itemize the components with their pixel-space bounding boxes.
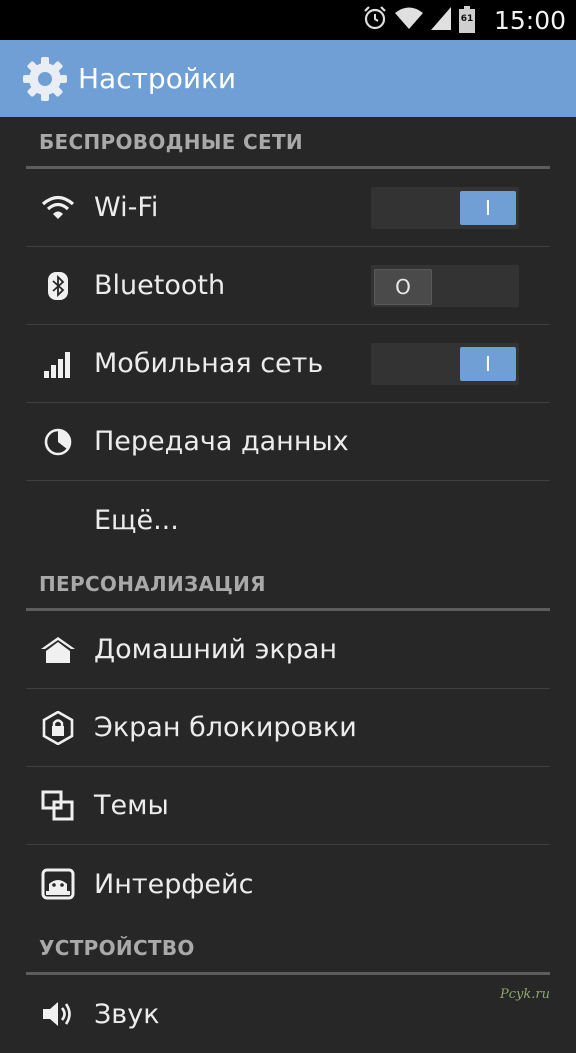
setting-label: Домашний экран: [94, 634, 338, 665]
cell-signal-icon: [430, 5, 452, 35]
alarm-icon: [362, 5, 388, 35]
section-header-wireless: БЕСПРОВОДНЫЕ СЕТИ: [26, 117, 550, 169]
toggle-thumb: I: [460, 191, 516, 225]
status-bar: 61 15:00: [0, 0, 576, 40]
settings-list: БЕСПРОВОДНЫЕ СЕТИ Wi-Fi I Bluetooth O Мо…: [0, 117, 576, 1053]
setting-bluetooth[interactable]: Bluetooth O: [26, 247, 550, 325]
data-usage-icon: [38, 427, 78, 457]
wifi-icon: [38, 195, 78, 221]
lock-icon: [38, 710, 78, 745]
setting-label: Экран блокировки: [94, 712, 357, 743]
setting-label: Темы: [94, 790, 169, 821]
setting-lock-screen[interactable]: Экран блокировки: [26, 689, 550, 767]
setting-sound[interactable]: Звук: [26, 975, 550, 1053]
setting-label: Bluetooth: [94, 270, 226, 301]
toggle-thumb: I: [460, 347, 516, 381]
mobile-network-toggle[interactable]: I: [371, 343, 519, 385]
setting-label: Передача данных: [94, 426, 349, 457]
status-time: 15:00: [493, 5, 566, 35]
bluetooth-toggle[interactable]: O: [371, 265, 519, 307]
setting-mobile-network[interactable]: Мобильная сеть I: [26, 325, 550, 403]
setting-home-screen[interactable]: Домашний экран: [26, 611, 550, 689]
sound-icon: [38, 999, 78, 1029]
watermark: Pcyk.ru: [500, 987, 550, 1002]
setting-more[interactable]: Ещё...: [26, 481, 550, 559]
wifi-signal-icon: [394, 5, 424, 35]
home-icon: [38, 636, 78, 664]
wifi-toggle[interactable]: I: [371, 187, 519, 229]
setting-label: Звук: [94, 998, 160, 1030]
status-icons: 61: [362, 5, 476, 35]
settings-gear-icon[interactable]: [20, 54, 70, 104]
interface-icon: [38, 868, 78, 900]
setting-label: Wi-Fi: [94, 192, 159, 223]
setting-interface[interactable]: Интерфейс: [26, 845, 550, 923]
section-header-device: УСТРОЙСТВО: [26, 923, 550, 975]
toggle-thumb: O: [374, 269, 432, 305]
setting-label: Мобильная сеть: [94, 348, 324, 379]
setting-label: Ещё...: [94, 504, 179, 536]
section-header-personalization: ПЕРСОНАЛИЗАЦИЯ: [26, 559, 550, 611]
page-title: Настройки: [78, 62, 237, 95]
battery-level: 61: [460, 14, 474, 24]
bluetooth-icon: [38, 271, 78, 301]
setting-themes[interactable]: Темы: [26, 767, 550, 845]
battery-icon: 61: [458, 6, 476, 34]
cell-signal-icon: [38, 349, 78, 379]
setting-data-usage[interactable]: Передача данных: [26, 403, 550, 481]
themes-icon: [38, 790, 78, 822]
setting-label: Интерфейс: [94, 868, 254, 900]
action-bar: Настройки: [0, 40, 576, 117]
setting-wifi[interactable]: Wi-Fi I: [26, 169, 550, 247]
